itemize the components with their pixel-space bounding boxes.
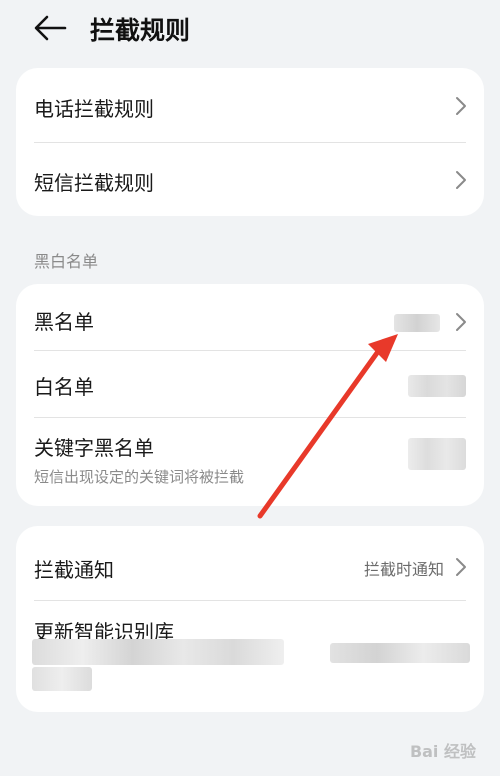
rules-card: 电话拦截规则 短信拦截规则 bbox=[16, 68, 484, 216]
redacted-value bbox=[408, 438, 466, 470]
blacklist-item[interactable]: 黑名单 bbox=[16, 284, 484, 350]
redacted-text bbox=[32, 639, 284, 665]
phone-rules-item[interactable]: 电话拦截规则 bbox=[16, 68, 484, 142]
section-title-blacklist-whitelist: 黑白名单 bbox=[34, 252, 99, 271]
blacklist-label: 黑名单 bbox=[34, 310, 94, 334]
sms-rules-item[interactable]: 短信拦截规则 bbox=[16, 142, 484, 216]
app-header: 拦截规则 bbox=[0, 0, 500, 60]
redacted-text bbox=[330, 643, 470, 663]
keyword-blacklist-item[interactable]: 关键字黑名单 短信出现设定的关键词将被拦截 bbox=[16, 418, 484, 506]
redacted-text bbox=[32, 667, 92, 691]
intercept-notification-value: 拦截时通知 bbox=[363, 560, 444, 579]
arrow-left-icon[interactable] bbox=[32, 12, 68, 44]
sms-rules-label: 短信拦截规则 bbox=[34, 171, 154, 195]
redacted-value bbox=[394, 314, 440, 332]
update-recognition-library-item[interactable]: 更新智能识别库 bbox=[16, 601, 484, 712]
chevron-right-icon bbox=[456, 313, 466, 331]
lists-card: 黑名单 白名单 关键字黑名单 短信出现设定的关键词将被拦截 bbox=[16, 284, 484, 506]
chevron-right-icon bbox=[456, 171, 466, 189]
phone-rules-label: 电话拦截规则 bbox=[34, 97, 154, 121]
watermark-logo: Bai 经验 bbox=[409, 742, 476, 761]
intercept-notification-label: 拦截通知 bbox=[34, 558, 114, 582]
settings-card: 拦截通知 拦截时通知 更新智能识别库 bbox=[16, 526, 484, 712]
page-title: 拦截规则 bbox=[90, 16, 191, 45]
keyword-blacklist-subtitle: 短信出现设定的关键词将被拦截 bbox=[34, 468, 245, 486]
chevron-right-icon bbox=[456, 97, 466, 115]
whitelist-label: 白名单 bbox=[34, 375, 94, 399]
intercept-notification-item[interactable]: 拦截通知 拦截时通知 bbox=[16, 526, 484, 600]
redacted-value bbox=[408, 375, 466, 397]
chevron-right-icon bbox=[456, 558, 466, 576]
keyword-blacklist-label: 关键字黑名单 bbox=[34, 436, 154, 460]
whitelist-item[interactable]: 白名单 bbox=[16, 351, 484, 417]
